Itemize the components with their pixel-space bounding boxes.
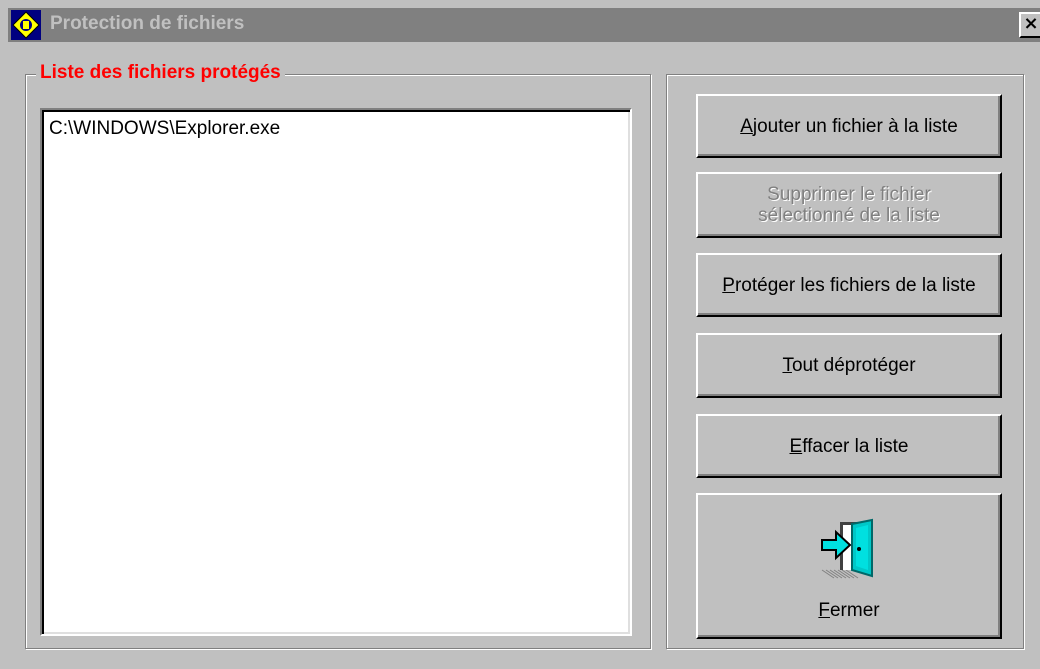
- close-icon: ×: [1023, 13, 1039, 34]
- clear-list-button[interactable]: Effacer la liste: [696, 414, 1002, 478]
- close-button[interactable]: Fermer: [696, 493, 1002, 639]
- clear-mnemonic: E: [789, 435, 803, 457]
- unprotect-mnemonic: T: [782, 355, 792, 376]
- add-file-button[interactable]: Ajouter un fichier à la liste: [696, 94, 1002, 158]
- unprotect-label: out déprotéger: [791, 355, 916, 376]
- clear-label: ffacer la liste: [802, 435, 909, 457]
- add-mnemonic: A: [740, 115, 753, 137]
- protect-mnemonic: P: [722, 274, 735, 296]
- remove-label-line1: Supprimer le fichier: [767, 184, 931, 205]
- protected-files-listbox[interactable]: C:\WINDOWS\Explorer.exe: [40, 108, 632, 636]
- protect-label: rotéger les fichiers de la liste: [734, 274, 976, 296]
- remove-label-line2: sélectionné de la liste: [758, 205, 940, 226]
- close-mnemonic: F: [818, 600, 830, 621]
- remove-selected-file-button[interactable]: Supprimer le fichier sélectionné de la l…: [696, 172, 1002, 238]
- file-list-group-title: Liste des fichiers protégés: [36, 62, 285, 84]
- title-bar[interactable]: Protection de fichiers ×: [8, 8, 1040, 42]
- add-label: jouter un fichier à la liste: [752, 115, 958, 137]
- close-window-button[interactable]: ×: [1019, 12, 1040, 38]
- unprotect-all-button[interactable]: Tout déprotéger: [696, 333, 1002, 398]
- protect-files-button[interactable]: Protéger les fichiers de la liste: [696, 253, 1002, 317]
- app-shield-icon[interactable]: [11, 10, 41, 40]
- exit-door-icon: [821, 518, 873, 579]
- close-label: ermer: [829, 600, 880, 621]
- file-protection-window: Protection de fichiers × Liste des fichi…: [0, 0, 1040, 669]
- list-item[interactable]: C:\WINDOWS\Explorer.exe: [49, 118, 280, 140]
- window-title: Protection de fichiers: [50, 13, 245, 34]
